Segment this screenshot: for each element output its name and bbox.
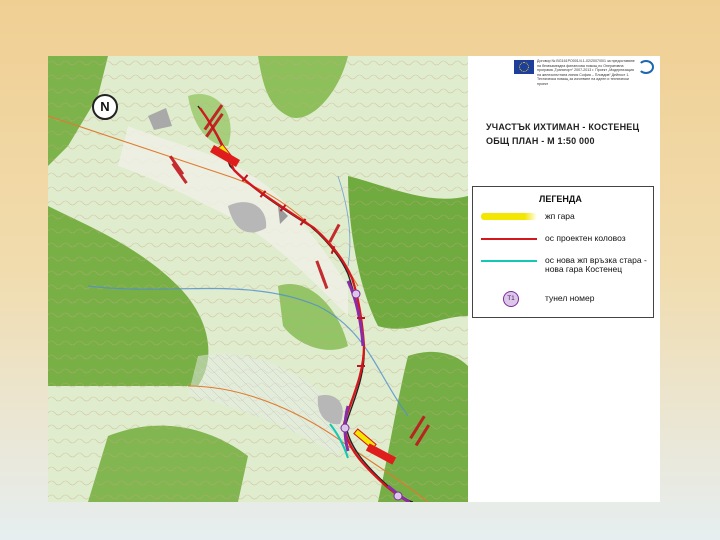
projected-track-swatch-icon [481,238,537,240]
map-legend: ЛЕГЕНДА жп гара ос проектен коловоз ос н… [472,186,654,318]
tunnel-number-icon: T1 [503,291,519,307]
operational-programme-logo-icon [638,60,654,74]
project-header-text: Договор № BG161PO001/4.1-02/2007/001 за … [537,59,635,86]
eu-project-header: Договор № BG161PO001/4.1-02/2007/001 за … [468,56,660,86]
station-swatch-icon [481,213,537,220]
legend-item-new-link: ос нова жп връзка стара - нова гара Кост… [473,255,653,289]
section-title: УЧАСТЪК ИХТИМАН - КОСТЕНЕЦ [486,122,640,132]
slide-frame: N Договор № BG161PO001/4.1-02/2007/001 з… [48,56,660,502]
legend-label: жп гара [545,211,575,221]
legend-panel: Договор № BG161PO001/4.1-02/2007/001 за … [468,56,660,502]
eu-flag-icon [514,60,534,74]
legend-item-station: жп гара [473,211,653,235]
north-arrow-icon: N [92,94,118,120]
new-link-swatch-icon [481,260,537,262]
plan-title: ОБЩ ПЛАН - М 1:50 000 [486,136,595,146]
legend-label: ос нова жп връзка стара - нова гара Кост… [545,255,647,274]
legend-label: тунел номер [545,293,595,303]
map-graphic [48,56,468,502]
legend-item-tunnel: T1 тунел номер [473,291,653,315]
topographic-map[interactable]: N [48,56,468,502]
legend-title: ЛЕГЕНДА [539,194,582,204]
legend-label: ос проектен коловоз [545,233,626,243]
legend-item-projected-track: ос проектен коловоз [473,233,653,257]
